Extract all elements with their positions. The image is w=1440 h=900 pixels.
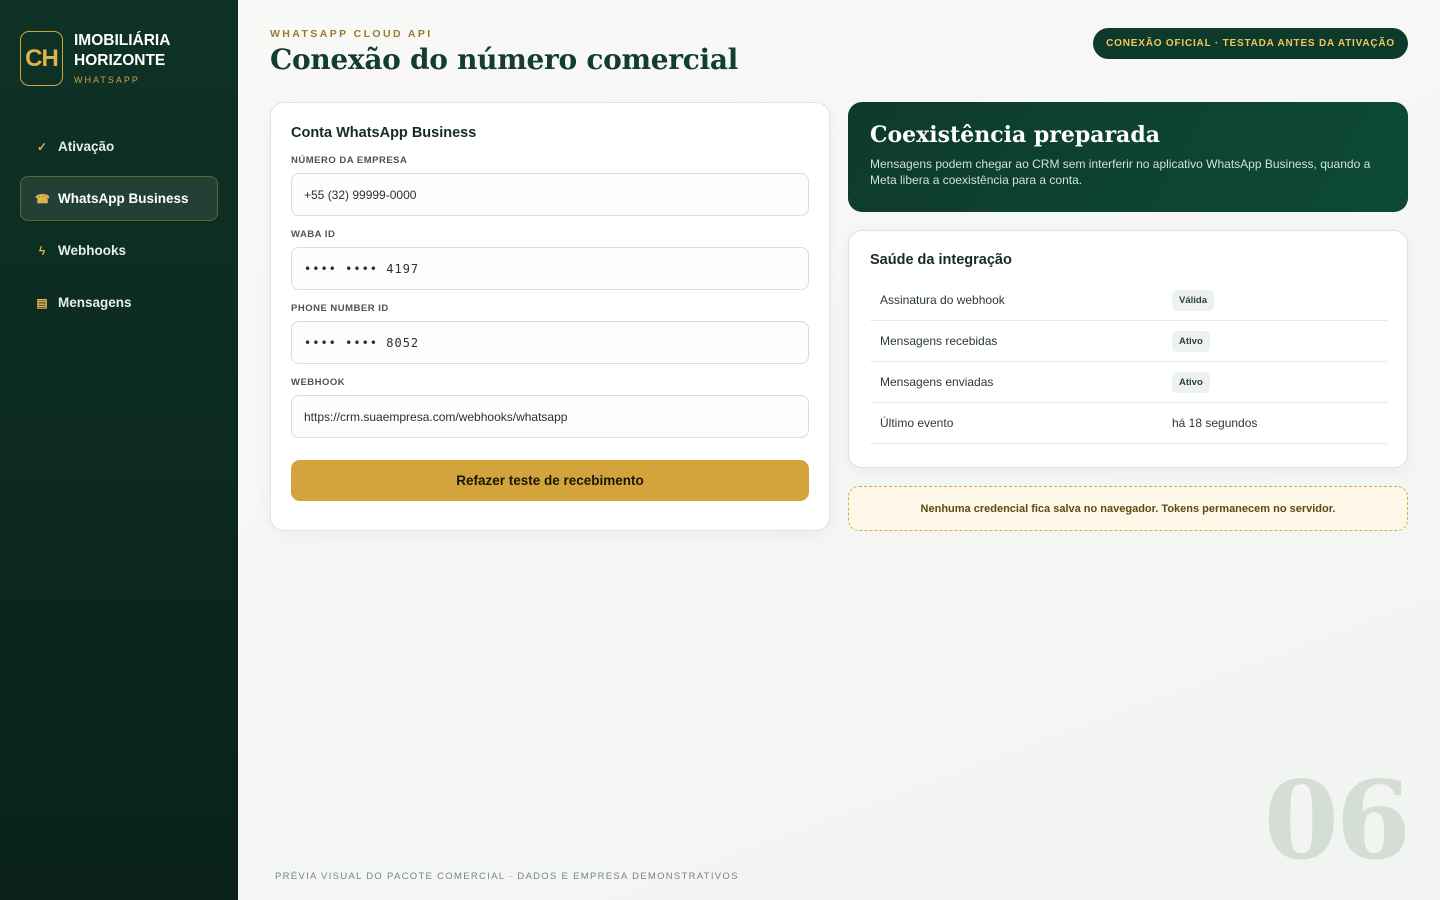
status-pill: Válida [1172, 289, 1214, 311]
health-key: Mensagens enviadas [880, 375, 994, 389]
table-row: Mensagens recebidas Ativo [870, 321, 1388, 362]
retest-receiving-button[interactable]: Refazer teste de recebimento [291, 460, 809, 501]
brand: CH IMOBILIÁRIA HORIZONTE WHATSAPP [20, 31, 204, 86]
security-note: Nenhuma credencial fica salva no navegad… [848, 486, 1408, 531]
sidebar-item-webhooks[interactable]: ϟ Webhooks [20, 228, 218, 273]
sidebar-item-mensagens[interactable]: ▤ Mensagens [20, 280, 218, 325]
brand-subtitle: WHATSAPP [74, 75, 140, 85]
sidebar-item-ativacao[interactable]: ✓ Ativação [20, 124, 218, 169]
health-key: Assinatura do webhook [880, 293, 1005, 307]
field-label-phone: NÚMERO DA EMPRESA [291, 155, 408, 166]
sidebar-nav: ✓ Ativação ☎ WhatsApp Business ϟ Webhook… [20, 124, 218, 332]
sidebar-item-label: Webhooks [58, 243, 127, 258]
sidebar: CH IMOBILIÁRIA HORIZONTE WHATSAPP ✓ Ativ… [0, 0, 238, 900]
health-key: Mensagens recebidas [880, 334, 998, 348]
brand-logo: CH [20, 31, 63, 86]
field-label-webhook: WEBHOOK [291, 377, 346, 388]
health-key: Último evento [880, 416, 954, 430]
webhook-url-field[interactable]: https://crm.suaempresa.com/webhooks/what… [291, 395, 809, 438]
waba-id-field[interactable]: •••• •••• 4197 [291, 247, 809, 290]
page-title: Conexão do número comercial [270, 43, 739, 76]
sidebar-item-label: Mensagens [58, 295, 132, 310]
health-table: Assinatura do webhook Válida Mensagens r… [870, 280, 1388, 444]
footer-text: PRÉVIA VISUAL DO PACOTE COMERCIAL · DADO… [275, 871, 739, 882]
status-pill: Ativo [1172, 330, 1210, 352]
lightning-icon: ϟ [38, 243, 46, 258]
card-title: Saúde da integração [870, 252, 1012, 268]
phone-number-id-field[interactable]: •••• •••• 8052 [291, 321, 809, 364]
message-icon: ▤ [36, 295, 48, 310]
brand-text: IMOBILIÁRIA HORIZONTE WHATSAPP [74, 31, 204, 85]
coexistence-card: Coexistência preparada Mensagens podem c… [848, 102, 1408, 212]
status-badge: CONEXÃO OFICIAL · TESTADA ANTES DA ATIVA… [1093, 28, 1408, 59]
integration-health-card: Saúde da integração Assinatura do webhoo… [848, 230, 1408, 468]
brand-name: IMOBILIÁRIA HORIZONTE [74, 32, 170, 69]
table-row: Último evento há 18 segundos [870, 403, 1388, 444]
field-label-phone-number-id: PHONE NUMBER ID [291, 303, 389, 314]
sidebar-item-whatsapp-business[interactable]: ☎ WhatsApp Business [20, 176, 218, 221]
coexistence-title: Coexistência preparada [870, 122, 1160, 148]
page-number: 06 [1263, 758, 1411, 884]
status-pill: Ativo [1172, 371, 1210, 393]
table-row: Mensagens enviadas Ativo [870, 362, 1388, 403]
coexistence-text: Mensagens podem chegar ao CRM sem interf… [870, 157, 1371, 187]
last-event-value: há 18 segundos [1172, 416, 1258, 430]
field-label-waba-id: WABA ID [291, 229, 336, 240]
phone-icon: ☎ [35, 191, 50, 206]
whatsapp-account-card: Conta WhatsApp Business NÚMERO DA EMPRES… [270, 102, 830, 531]
page-eyebrow: WHATSAPP CLOUD API [270, 28, 433, 40]
sidebar-item-label: Ativação [58, 139, 115, 154]
check-icon: ✓ [36, 139, 48, 154]
phone-number-field[interactable]: +55 (32) 99999-0000 [291, 173, 809, 216]
sidebar-item-label: WhatsApp Business [58, 191, 189, 206]
card-title: Conta WhatsApp Business [291, 125, 477, 141]
table-row: Assinatura do webhook Válida [870, 280, 1388, 321]
